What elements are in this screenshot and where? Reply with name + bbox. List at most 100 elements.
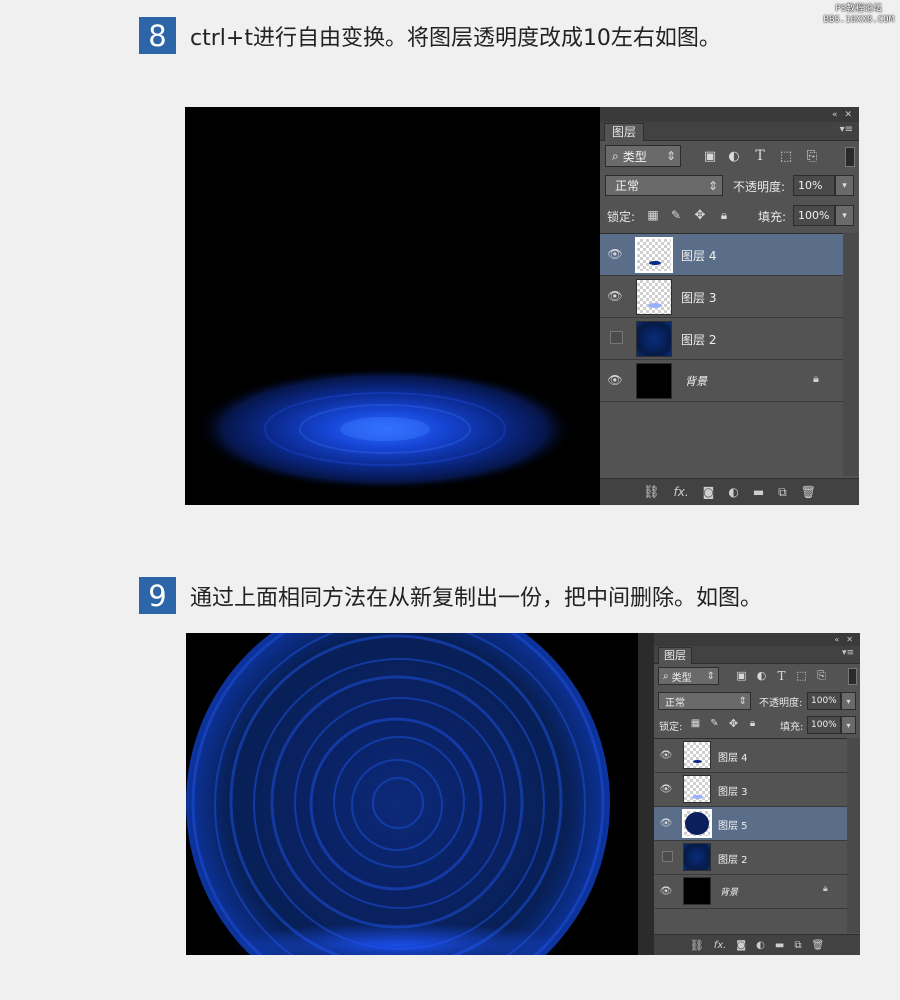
folder-icon[interactable]: ▬: [775, 940, 784, 951]
close-icon[interactable]: ✕: [846, 635, 853, 644]
canvas-gutter: [638, 633, 654, 955]
canvas-artwork: [185, 107, 600, 505]
layer-row[interactable]: 图层 2: [654, 841, 847, 875]
layer-thumbnail: [683, 775, 711, 803]
layer-thumbnail: [683, 877, 711, 905]
layers-scrollbar[interactable]: [843, 233, 858, 476]
layer-row[interactable]: 👁︎ 背景 🔒︎: [654, 875, 847, 909]
eye-icon[interactable]: 👁︎: [606, 288, 624, 304]
fill-dropdown-button[interactable]: ▾: [835, 205, 854, 226]
mask-icon[interactable]: ◙: [703, 485, 715, 499]
layer-row[interactable]: 👁︎ 图层 5: [654, 807, 847, 841]
lock-all-icon[interactable]: 🔒︎: [716, 207, 732, 223]
photoshop-canvas: [185, 107, 600, 505]
lock-position-icon[interactable]: ✥: [727, 717, 740, 730]
screenshot-step-9: « ✕ 图层 ▾≡ ⌕ 类型 ⇕ ▣ ◐ T ⬚ ⎘ 正常 ⇕ 不透明度: 10…: [186, 633, 860, 955]
layers-panel: « ✕ 图层 ▾≡ ⌕ 类型 ⇕ ▣ ◐ T ⬚ ⎘ 正常 ⇕ 不透明度: 10…: [600, 107, 859, 505]
layer-row[interactable]: 👁︎ 图层 3: [600, 276, 843, 318]
opacity-input[interactable]: 10%: [793, 175, 835, 196]
step-number-badge: 8: [139, 17, 176, 54]
shape-filter-icon[interactable]: ⬚: [794, 668, 809, 683]
lock-all-icon[interactable]: 🔒︎: [746, 717, 759, 730]
link-icon[interactable]: ⛓︎: [643, 485, 660, 500]
eye-icon[interactable]: 👁︎: [659, 782, 673, 796]
lock-icon: 🔒︎: [813, 372, 819, 385]
adjustment-filter-icon[interactable]: ◐: [754, 668, 769, 683]
trash-icon[interactable]: 🗑︎: [801, 485, 816, 499]
filter-toggle-switch[interactable]: [845, 147, 855, 167]
collapse-icon[interactable]: «: [832, 110, 838, 120]
panel-menu-icon[interactable]: ▾≡: [840, 124, 853, 135]
eye-icon[interactable]: 👁︎: [659, 748, 673, 762]
filter-kind-value: 类型: [622, 149, 647, 164]
blend-mode-dropdown[interactable]: 正常 ⇕: [605, 175, 723, 196]
screenshot-step-8: « ✕ 图层 ▾≡ ⌕ 类型 ⇕ ▣ ◐ T ⬚ ⎘ 正常 ⇕ 不透明度: 10…: [185, 107, 859, 505]
lock-transparency-icon[interactable]: ▦: [645, 207, 661, 223]
eye-icon[interactable]: 👁︎: [606, 246, 624, 262]
collapse-icon[interactable]: «: [834, 635, 839, 644]
adjustment-icon[interactable]: ◐: [756, 940, 765, 951]
visibility-toggle-off[interactable]: [610, 331, 623, 344]
new-layer-icon[interactable]: ⧉: [794, 940, 801, 951]
lock-position-icon[interactable]: ✥: [692, 207, 708, 223]
layer-row[interactable]: 👁︎ 图层 4: [654, 739, 847, 773]
blend-mode-dropdown[interactable]: 正常 ⇕: [658, 692, 751, 710]
watermark-line-1: PS教程论坛: [835, 4, 883, 14]
layer-name: 图层 3: [681, 291, 717, 305]
layer-row[interactable]: 👁︎ 图层 3: [654, 773, 847, 807]
opacity-dropdown-button[interactable]: ▾: [835, 175, 854, 196]
watermark-line-2: BBS.16XX8.COM: [823, 15, 894, 25]
layer-row[interactable]: 👁︎ 图层 4: [600, 234, 843, 276]
fx-icon[interactable]: fx.: [714, 940, 727, 951]
lock-paint-icon[interactable]: ✎: [668, 207, 684, 223]
lock-icon: 🔒︎: [823, 884, 828, 894]
shape-filter-icon[interactable]: ⬚: [777, 147, 795, 165]
link-icon[interactable]: ⛓︎: [690, 939, 704, 952]
eye-icon[interactable]: 👁︎: [659, 816, 673, 830]
fill-input[interactable]: 100%: [807, 716, 841, 734]
layer-row[interactable]: 👁︎ 背景 🔒︎: [600, 360, 843, 402]
blend-mode-value: 正常: [665, 697, 685, 709]
pixel-filter-icon[interactable]: ▣: [701, 147, 719, 165]
adjustment-icon[interactable]: ◐: [728, 485, 738, 499]
filter-kind-dropdown[interactable]: ⌕ 类型 ⇕: [605, 145, 681, 167]
smart-object-filter-icon[interactable]: ⎘: [803, 147, 821, 165]
layers-scrollbar[interactable]: [847, 738, 860, 933]
layer-name: 图层 2: [718, 855, 748, 866]
filter-toggle-switch[interactable]: [848, 668, 857, 685]
filter-kind-dropdown[interactable]: ⌕ 类型 ⇕: [658, 667, 719, 685]
type-filter-icon[interactable]: T: [774, 668, 789, 683]
panel-bottom-toolbar: ⛓︎ fx. ◙ ◐ ▬ ⧉ 🗑︎: [654, 934, 860, 955]
layer-row[interactable]: 图层 2: [600, 318, 843, 360]
eye-icon[interactable]: 👁︎: [606, 372, 624, 388]
layer-list: 👁︎ 图层 4 👁︎ 图层 3 图层 2 👁︎ 背景 🔒︎: [600, 233, 843, 404]
layer-thumbnail: [683, 843, 711, 871]
lock-paint-icon[interactable]: ✎: [708, 717, 721, 730]
pixel-filter-icon[interactable]: ▣: [734, 668, 749, 683]
tab-layers[interactable]: 图层: [604, 123, 645, 141]
close-icon[interactable]: ✕: [844, 110, 852, 120]
fill-dropdown-button[interactable]: ▾: [841, 716, 856, 734]
panel-menu-icon[interactable]: ▾≡: [842, 648, 854, 658]
trash-icon[interactable]: 🗑︎: [811, 940, 824, 951]
eye-icon[interactable]: 👁︎: [659, 884, 673, 898]
opacity-dropdown-button[interactable]: ▾: [841, 692, 856, 710]
new-layer-icon[interactable]: ⧉: [778, 485, 787, 500]
lock-transparency-icon[interactable]: ▦: [689, 717, 702, 730]
panel-title-bar: « ✕: [600, 107, 859, 122]
folder-icon[interactable]: ▬: [753, 485, 764, 499]
panel-tab-bar: 图层 ▾≡: [654, 646, 860, 664]
updown-arrow-icon: ⇕: [706, 670, 715, 682]
tab-layers[interactable]: 图层: [658, 647, 692, 664]
layer-name: 背景: [685, 375, 707, 388]
fill-input[interactable]: 100%: [793, 205, 835, 226]
layers-panel: « ✕ 图层 ▾≡ ⌕ 类型 ⇕ ▣ ◐ T ⬚ ⎘ 正常 ⇕ 不透明度: 10…: [654, 633, 860, 955]
smart-object-filter-icon[interactable]: ⎘: [814, 668, 829, 683]
adjustment-filter-icon[interactable]: ◐: [725, 147, 743, 165]
visibility-toggle-off[interactable]: [662, 851, 673, 862]
opacity-input[interactable]: 100%: [807, 692, 841, 710]
mask-icon[interactable]: ◙: [736, 940, 746, 951]
fx-icon[interactable]: fx.: [674, 485, 689, 499]
search-icon: ⌕: [612, 148, 619, 163]
type-filter-icon[interactable]: T: [751, 147, 769, 165]
